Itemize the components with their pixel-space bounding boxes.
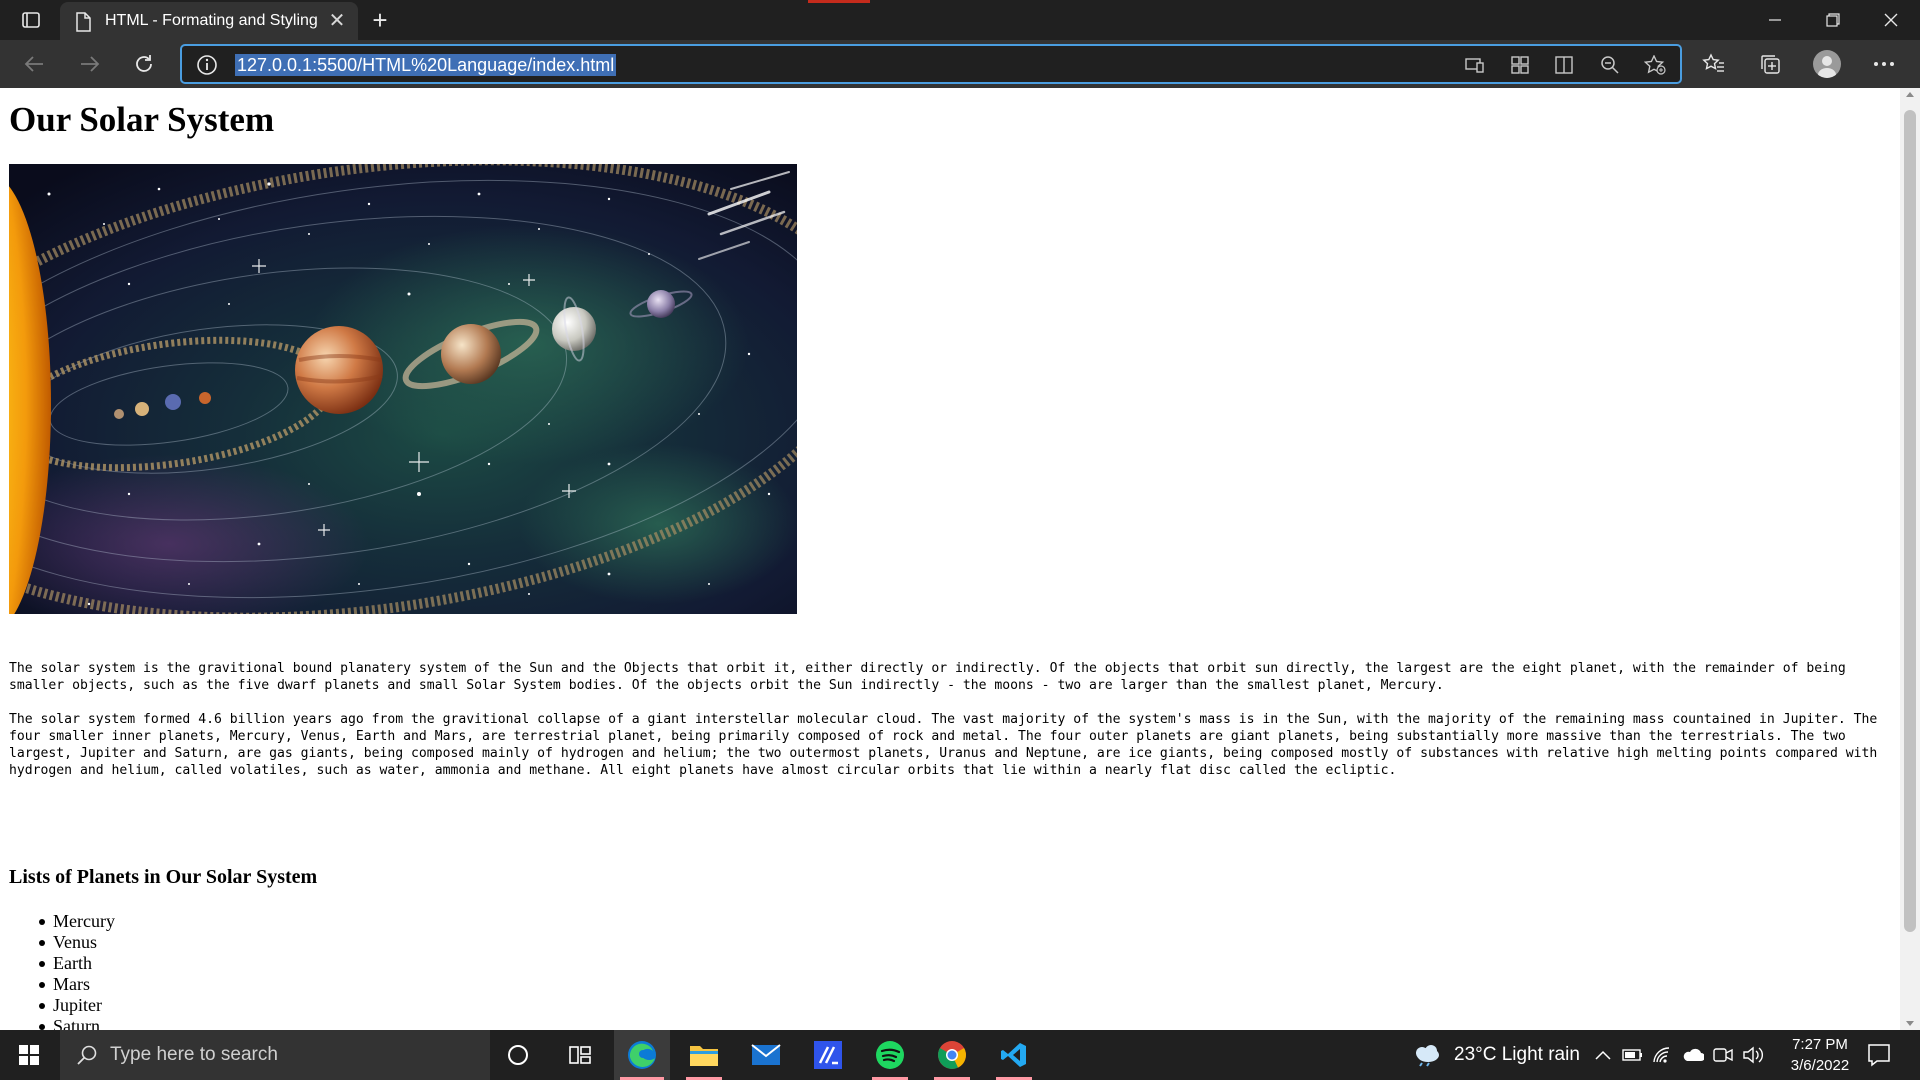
start-button[interactable] bbox=[0, 1030, 58, 1080]
browser-tab-bar: HTML - Formating and Styling ✕ + bbox=[0, 0, 1920, 40]
list-item: Jupiter bbox=[39, 995, 115, 1016]
more-options-icon[interactable] bbox=[1866, 48, 1902, 80]
device-cast-icon[interactable] bbox=[1464, 55, 1486, 75]
add-favorite-icon[interactable] bbox=[1644, 55, 1666, 75]
page-document-icon bbox=[74, 12, 92, 37]
meet-now-icon[interactable] bbox=[1712, 1044, 1734, 1066]
search-placeholder: Type here to search bbox=[110, 1044, 278, 1065]
new-tab-button[interactable]: + bbox=[366, 6, 394, 34]
page-viewport: Our Solar System The solar system is the… bbox=[0, 88, 1900, 1030]
windows-logo-icon bbox=[19, 1045, 39, 1065]
battery-icon[interactable] bbox=[1622, 1044, 1644, 1066]
taskbar-search-box[interactable]: Type here to search bbox=[60, 1030, 490, 1080]
list-item: Venus bbox=[39, 932, 115, 953]
scrollbar-thumb[interactable] bbox=[1904, 110, 1916, 932]
back-button[interactable] bbox=[16, 48, 52, 80]
clock-time: 7:27 PM bbox=[1792, 1036, 1848, 1053]
list-item: Mercury bbox=[39, 911, 115, 931]
app-grid-icon[interactable] bbox=[1509, 55, 1531, 75]
weather-text[interactable]: 23°C Light rain bbox=[1454, 1044, 1580, 1066]
minimize-button[interactable] bbox=[1746, 0, 1804, 40]
address-bar[interactable]: 127.0.0.1:5500/HTML%20Language/index.htm… bbox=[180, 44, 1682, 84]
window-accent-bar bbox=[808, 0, 870, 3]
tab-close-button[interactable]: ✕ bbox=[324, 8, 350, 34]
edge-taskbar-icon[interactable] bbox=[614, 1030, 670, 1080]
vscode-icon[interactable] bbox=[986, 1030, 1042, 1080]
profile-avatar[interactable] bbox=[1813, 50, 1841, 78]
list-item: Earth bbox=[39, 953, 115, 974]
collections-icon[interactable] bbox=[1752, 48, 1788, 80]
vertical-scrollbar[interactable] bbox=[1900, 88, 1920, 1030]
favorites-icon[interactable] bbox=[1696, 48, 1732, 80]
task-view-button[interactable] bbox=[552, 1030, 608, 1080]
browser-tab-active[interactable]: HTML - Formating and Styling ✕ bbox=[60, 2, 358, 40]
scroll-up-arrow-icon[interactable] bbox=[1906, 92, 1914, 97]
close-window-button[interactable] bbox=[1862, 0, 1920, 40]
system-clock[interactable]: 7:27 PM 3/6/2022 bbox=[1770, 1034, 1870, 1076]
browser-toolbar: 127.0.0.1:5500/HTML%20Language/index.htm… bbox=[0, 40, 1920, 88]
wifi-icon[interactable] bbox=[1652, 1044, 1674, 1066]
solar-system-image bbox=[9, 164, 797, 614]
url-text[interactable]: 127.0.0.1:5500/HTML%20Language/index.htm… bbox=[235, 54, 617, 76]
mail-icon[interactable] bbox=[738, 1030, 794, 1080]
intro-paragraph: The solar system is the gravitional boun… bbox=[9, 661, 1846, 693]
list-item: Mars bbox=[39, 974, 115, 995]
notification-center-icon[interactable] bbox=[1866, 1042, 1892, 1068]
list-item: Saturn bbox=[39, 1016, 115, 1030]
planet-list: Mercury Venus Earth Mars Jupiter Saturn bbox=[39, 911, 115, 1030]
spotify-icon[interactable] bbox=[862, 1030, 918, 1080]
search-icon bbox=[76, 1044, 98, 1071]
planet-list-heading: Lists of Planets in Our Solar System bbox=[9, 866, 318, 888]
restore-button[interactable] bbox=[1804, 0, 1862, 40]
formation-paragraph: The solar system formed 4.6 billion year… bbox=[9, 712, 1878, 778]
site-info-icon[interactable] bbox=[196, 54, 218, 81]
page-title: Our Solar System bbox=[9, 100, 275, 139]
volume-icon[interactable] bbox=[1742, 1044, 1764, 1066]
forward-button[interactable] bbox=[72, 48, 108, 80]
file-explorer-icon[interactable] bbox=[676, 1030, 732, 1080]
refresh-button[interactable] bbox=[126, 48, 162, 80]
windows-taskbar: Type here to search 23°C Light rain 7:27… bbox=[0, 1030, 1920, 1080]
weather-cloud-icon[interactable] bbox=[1412, 1043, 1442, 1072]
chrome-icon[interactable] bbox=[924, 1030, 980, 1080]
tab-title: HTML - Formating and Styling bbox=[105, 12, 318, 29]
tab-actions-icon[interactable] bbox=[16, 8, 44, 32]
onedrive-cloud-icon[interactable] bbox=[1682, 1044, 1704, 1066]
read-aloud-icon[interactable] bbox=[1554, 55, 1576, 75]
clock-date: 3/6/2022 bbox=[1790, 1057, 1850, 1074]
chevron-up-icon[interactable] bbox=[1592, 1044, 1614, 1066]
scroll-down-arrow-icon[interactable] bbox=[1906, 1021, 1914, 1026]
ide-app-icon[interactable] bbox=[800, 1030, 856, 1080]
cortana-button[interactable] bbox=[490, 1030, 546, 1080]
zoom-out-icon[interactable] bbox=[1599, 55, 1621, 75]
